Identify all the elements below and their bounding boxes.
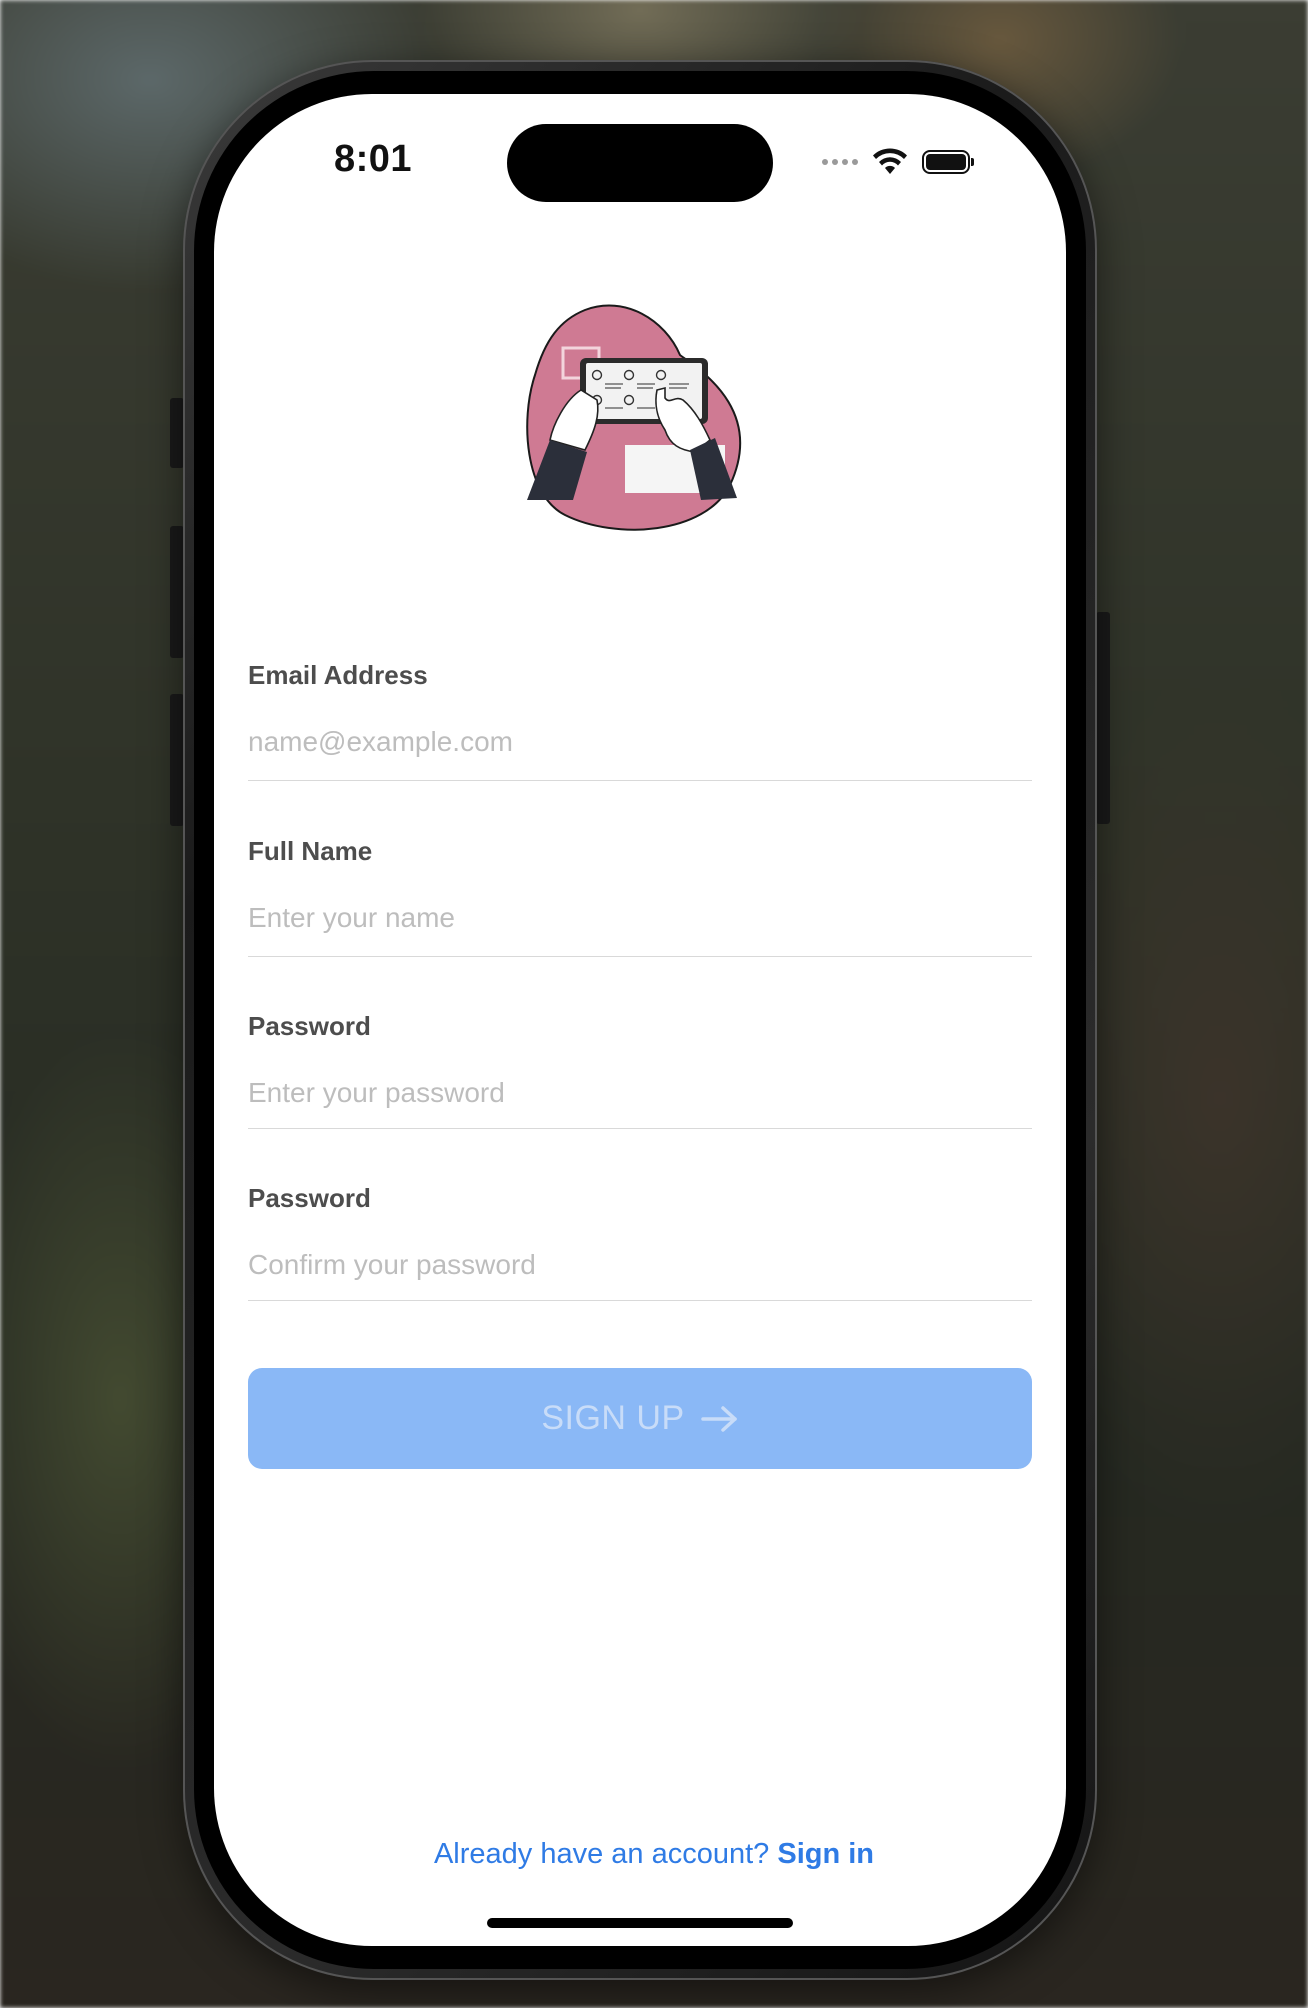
email-field: Email Address [248, 660, 1032, 781]
password-input[interactable] [248, 1073, 1032, 1113]
sign-up-label: SIGN UP [541, 1399, 685, 1437]
confirm-password-input[interactable] [248, 1245, 1032, 1285]
password-field: Password [248, 1011, 1032, 1129]
home-indicator [487, 1918, 793, 1928]
status-icons [822, 146, 974, 178]
confirm-password-field: Password [248, 1183, 1032, 1301]
volume-down-button [170, 694, 184, 826]
full-name-field: Full Name [248, 836, 1032, 957]
full-name-label: Full Name [248, 836, 373, 866]
sign-up-button[interactable]: SIGN UP [248, 1368, 1032, 1469]
action-button [170, 398, 184, 468]
wifi-icon [873, 148, 907, 174]
cellular-dots-icon [822, 159, 858, 165]
battery-icon [922, 150, 974, 174]
email-input[interactable] [248, 722, 1032, 762]
volume-up-button [170, 526, 184, 658]
dynamic-island [507, 124, 773, 202]
full-name-input[interactable] [248, 898, 1032, 938]
sign-in-link[interactable]: Sign in [777, 1838, 874, 1870]
password-label: Password [248, 1011, 371, 1041]
power-button [1096, 612, 1110, 824]
sign-in-prompt-text: Already have an account? [433, 1838, 770, 1870]
confirm-password-label: Password [248, 1183, 371, 1213]
email-label: Email Address [248, 660, 428, 690]
arrow-right-icon [700, 1405, 737, 1432]
status-time: 8:01 [334, 138, 413, 180]
tablet-hands-illustration [526, 304, 742, 531]
sign-in-prompt: Already have an account? Sign in [0, 1838, 1308, 1871]
